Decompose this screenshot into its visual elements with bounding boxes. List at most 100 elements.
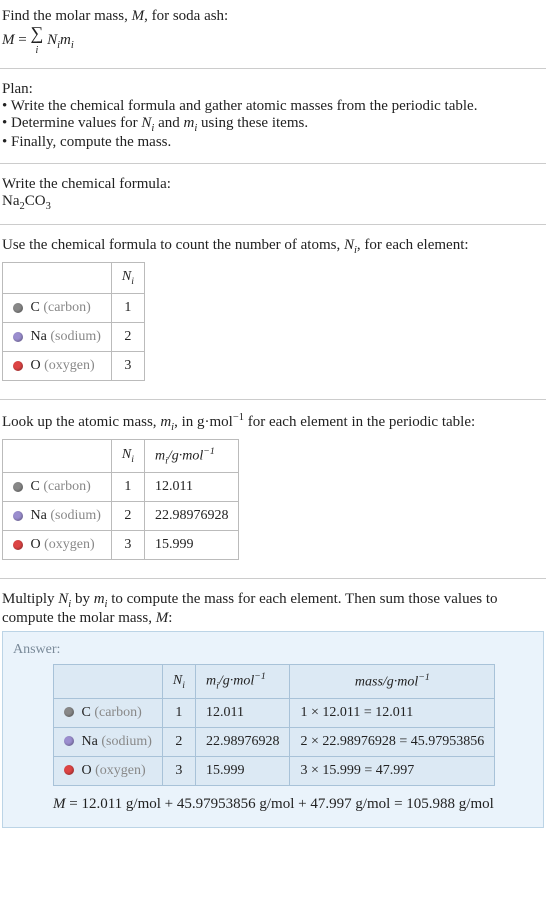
text: Write the chemical formula: <box>2 176 544 193</box>
intro-line: Find the molar mass, M, for soda ash: <box>2 8 544 25</box>
element-name: (sodium) <box>101 734 152 749</box>
text: /g·mol <box>219 674 254 689</box>
text: Multiply <box>2 591 58 607</box>
element-cell: Na (sodium) <box>3 322 112 351</box>
exp: −1 <box>418 672 430 683</box>
sigma-icon: ∑i <box>30 25 43 56</box>
element-name: (sodium) <box>50 508 101 523</box>
text: Use the chemical formula to count the nu… <box>2 237 544 256</box>
element-cell: C (carbon) <box>3 293 112 322</box>
var-m: m <box>160 414 171 430</box>
sub-i: i <box>182 679 185 690</box>
header-m: mi/g·mol−1 <box>195 665 290 698</box>
text: , for each element: <box>357 237 469 253</box>
divider <box>0 224 546 225</box>
count-section: Use the chemical formula to count the nu… <box>0 233 546 391</box>
text: /g·mol <box>168 448 203 463</box>
text: by <box>71 591 94 607</box>
element-dot-icon <box>13 332 23 342</box>
text: Na <box>2 193 20 209</box>
sub-i: i <box>131 454 134 465</box>
element-name: (oxygen) <box>44 537 95 552</box>
text: • Determine values for <box>2 115 141 131</box>
plan-section: Plan: • Write the chemical formula and g… <box>0 77 546 155</box>
header-N: Ni <box>111 439 144 472</box>
element-cell: C (carbon) <box>3 473 112 502</box>
element-name: (carbon) <box>94 705 141 720</box>
text: Look up the atomic mass, mi, in g·mol−1 … <box>2 412 544 433</box>
text: mass/g·mol <box>355 675 418 690</box>
element-symbol: O <box>31 537 41 552</box>
text: = 12.011 g/mol + 45.97953856 g/mol + 47.… <box>66 796 494 812</box>
text: , for soda ash: <box>144 8 228 24</box>
table-header-row: Ni <box>3 263 145 294</box>
exp: −1 <box>233 412 244 423</box>
text: Find the molar mass, <box>2 8 132 24</box>
element-cell: Na (sodium) <box>54 727 163 756</box>
var-M: M <box>53 796 66 812</box>
element-dot-icon <box>13 303 23 313</box>
table-row: Na (sodium)222.989769282 × 22.98976928 =… <box>54 727 495 756</box>
answer-box: Answer: Ni mi/g·mol−1 mass/g·mol−1 C (ca… <box>2 631 544 827</box>
text: CO <box>25 193 46 209</box>
equation: M = ∑i Nimi <box>2 25 544 56</box>
blank-header <box>3 439 112 472</box>
var-m: m <box>183 115 194 131</box>
sub-i: i <box>71 40 74 51</box>
header-m: mi/g·mol−1 <box>144 439 239 472</box>
formula-section: Write the chemical formula: Na2CO3 <box>0 172 546 216</box>
table-row: C (carbon)112.011 <box>3 473 239 502</box>
element-dot-icon <box>13 540 23 550</box>
value-cell: 2 <box>111 322 144 351</box>
element-symbol: Na <box>31 508 47 523</box>
blank-header <box>54 665 163 698</box>
value-cell: 12.011 <box>195 698 290 727</box>
value-cell: 2 <box>162 727 195 756</box>
header-N: Ni <box>111 263 144 294</box>
value-cell: 1 <box>111 473 144 502</box>
var-N: N <box>47 32 57 48</box>
var-N: N <box>122 269 131 284</box>
multiply-section: Multiply Ni by mi to compute the mass fo… <box>0 587 546 631</box>
element-name: (oxygen) <box>44 358 95 373</box>
element-cell: O (oxygen) <box>3 351 112 380</box>
mass-table: Ni mi/g·mol−1 C (carbon)112.011 Na (sodi… <box>2 439 239 560</box>
var-M: M <box>156 610 169 626</box>
plan-bullet: • Finally, compute the mass. <box>2 134 544 151</box>
value-cell: 22.98976928 <box>144 502 239 531</box>
plan-bullet: • Write the chemical formula and gather … <box>2 98 544 115</box>
value-cell: 3 × 15.999 = 47.997 <box>290 756 495 785</box>
text: and <box>154 115 183 131</box>
table-row: O (oxygen)3 <box>3 351 145 380</box>
divider <box>0 399 546 400</box>
text: for each element in the periodic table: <box>244 414 475 430</box>
value-cell: 3 <box>111 351 144 380</box>
value-cell: 15.999 <box>195 756 290 785</box>
text: Multiply Ni by mi to compute the mass fo… <box>2 591 544 627</box>
sigma-sub: i <box>36 45 39 56</box>
element-name: (sodium) <box>50 329 101 344</box>
element-cell: O (oxygen) <box>3 531 112 560</box>
table-header-row: Ni mi/g·mol−1 mass/g·mol−1 <box>54 665 495 698</box>
table-row: Na (sodium)2 <box>3 322 145 351</box>
plan-bullet: • Determine values for Ni and mi using t… <box>2 115 544 134</box>
value-cell: 3 <box>162 756 195 785</box>
value-cell: 22.98976928 <box>195 727 290 756</box>
text: Use the chemical formula to count the nu… <box>2 237 344 253</box>
element-symbol: C <box>31 300 40 315</box>
text: : <box>168 610 172 626</box>
text: Look up the atomic mass, <box>2 414 160 430</box>
element-symbol: O <box>31 358 41 373</box>
header-N: Ni <box>162 665 195 698</box>
table-row: O (oxygen)315.9993 × 15.999 = 47.997 <box>54 756 495 785</box>
element-name: (carbon) <box>43 479 90 494</box>
value-cell: 1 <box>162 698 195 727</box>
var-N: N <box>141 115 151 131</box>
text: using these items. <box>197 115 308 131</box>
header-mass: mass/g·mol−1 <box>290 665 495 698</box>
answer-label: Answer: <box>13 642 533 658</box>
divider <box>0 578 546 579</box>
value-cell: 3 <box>111 531 144 560</box>
value-cell: 1 <box>111 293 144 322</box>
var-N: N <box>122 447 131 462</box>
